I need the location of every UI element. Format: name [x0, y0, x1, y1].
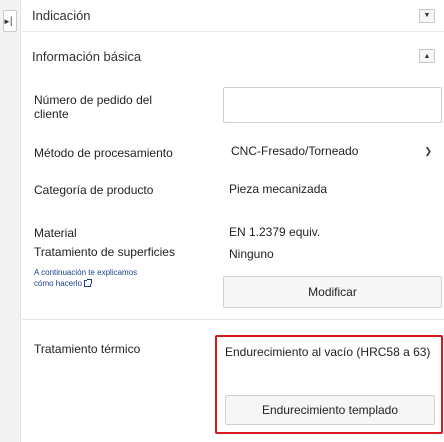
- material-value: EN 1.2379 equiv.: [229, 225, 321, 239]
- section-title-informacion-basica: Información básica: [32, 48, 142, 64]
- heat-treatment-label: Tratamiento térmico: [34, 342, 141, 356]
- section-title-indicacion: Indicación: [32, 8, 91, 23]
- chevron-up-icon[interactable]: ▲: [419, 49, 435, 63]
- chevron-down-icon: ❯: [424, 145, 432, 156]
- section-header-indicacion[interactable]: Indicación ▼: [22, 0, 444, 32]
- product-category-label: Categoría de producto: [34, 183, 154, 197]
- processing-method-label: Método de procesamiento: [34, 146, 173, 160]
- processing-method-select[interactable]: CNC-Fresado/Torneado ❯: [223, 137, 442, 165]
- hardening-button[interactable]: Endurecimiento templado: [225, 395, 435, 425]
- material-label: Material: [34, 226, 77, 240]
- section-header-informacion-basica[interactable]: Información básica ▲: [22, 40, 444, 72]
- external-link-icon: [84, 279, 93, 287]
- divider: [22, 319, 444, 320]
- order-number-label: Número de pedido del cliente: [34, 93, 153, 121]
- modify-button[interactable]: Modificar: [223, 276, 442, 308]
- product-category-value: Pieza mecanizada: [229, 182, 328, 196]
- heat-treatment-highlight: Endurecimiento al vacío (HRC58 a 63) End…: [215, 335, 443, 434]
- expand-right-icon[interactable]: ►▏: [3, 10, 17, 32]
- order-number-input[interactable]: [223, 87, 442, 123]
- surface-treatment-label: Tratamiento de superficies: [34, 245, 175, 259]
- settings-panel: Indicación ▼ Información básica ▲ Número…: [22, 0, 444, 442]
- chevron-down-icon[interactable]: ▼: [419, 8, 435, 23]
- left-rail: ►▏: [0, 0, 21, 442]
- processing-method-value: CNC-Fresado/Torneado: [231, 144, 359, 158]
- help-link[interactable]: A continuación te explicamos cómo hacerl…: [34, 267, 144, 289]
- surface-treatment-value: Ninguno: [229, 247, 274, 261]
- heat-treatment-value: Endurecimiento al vacío (HRC58 a 63): [225, 345, 431, 359]
